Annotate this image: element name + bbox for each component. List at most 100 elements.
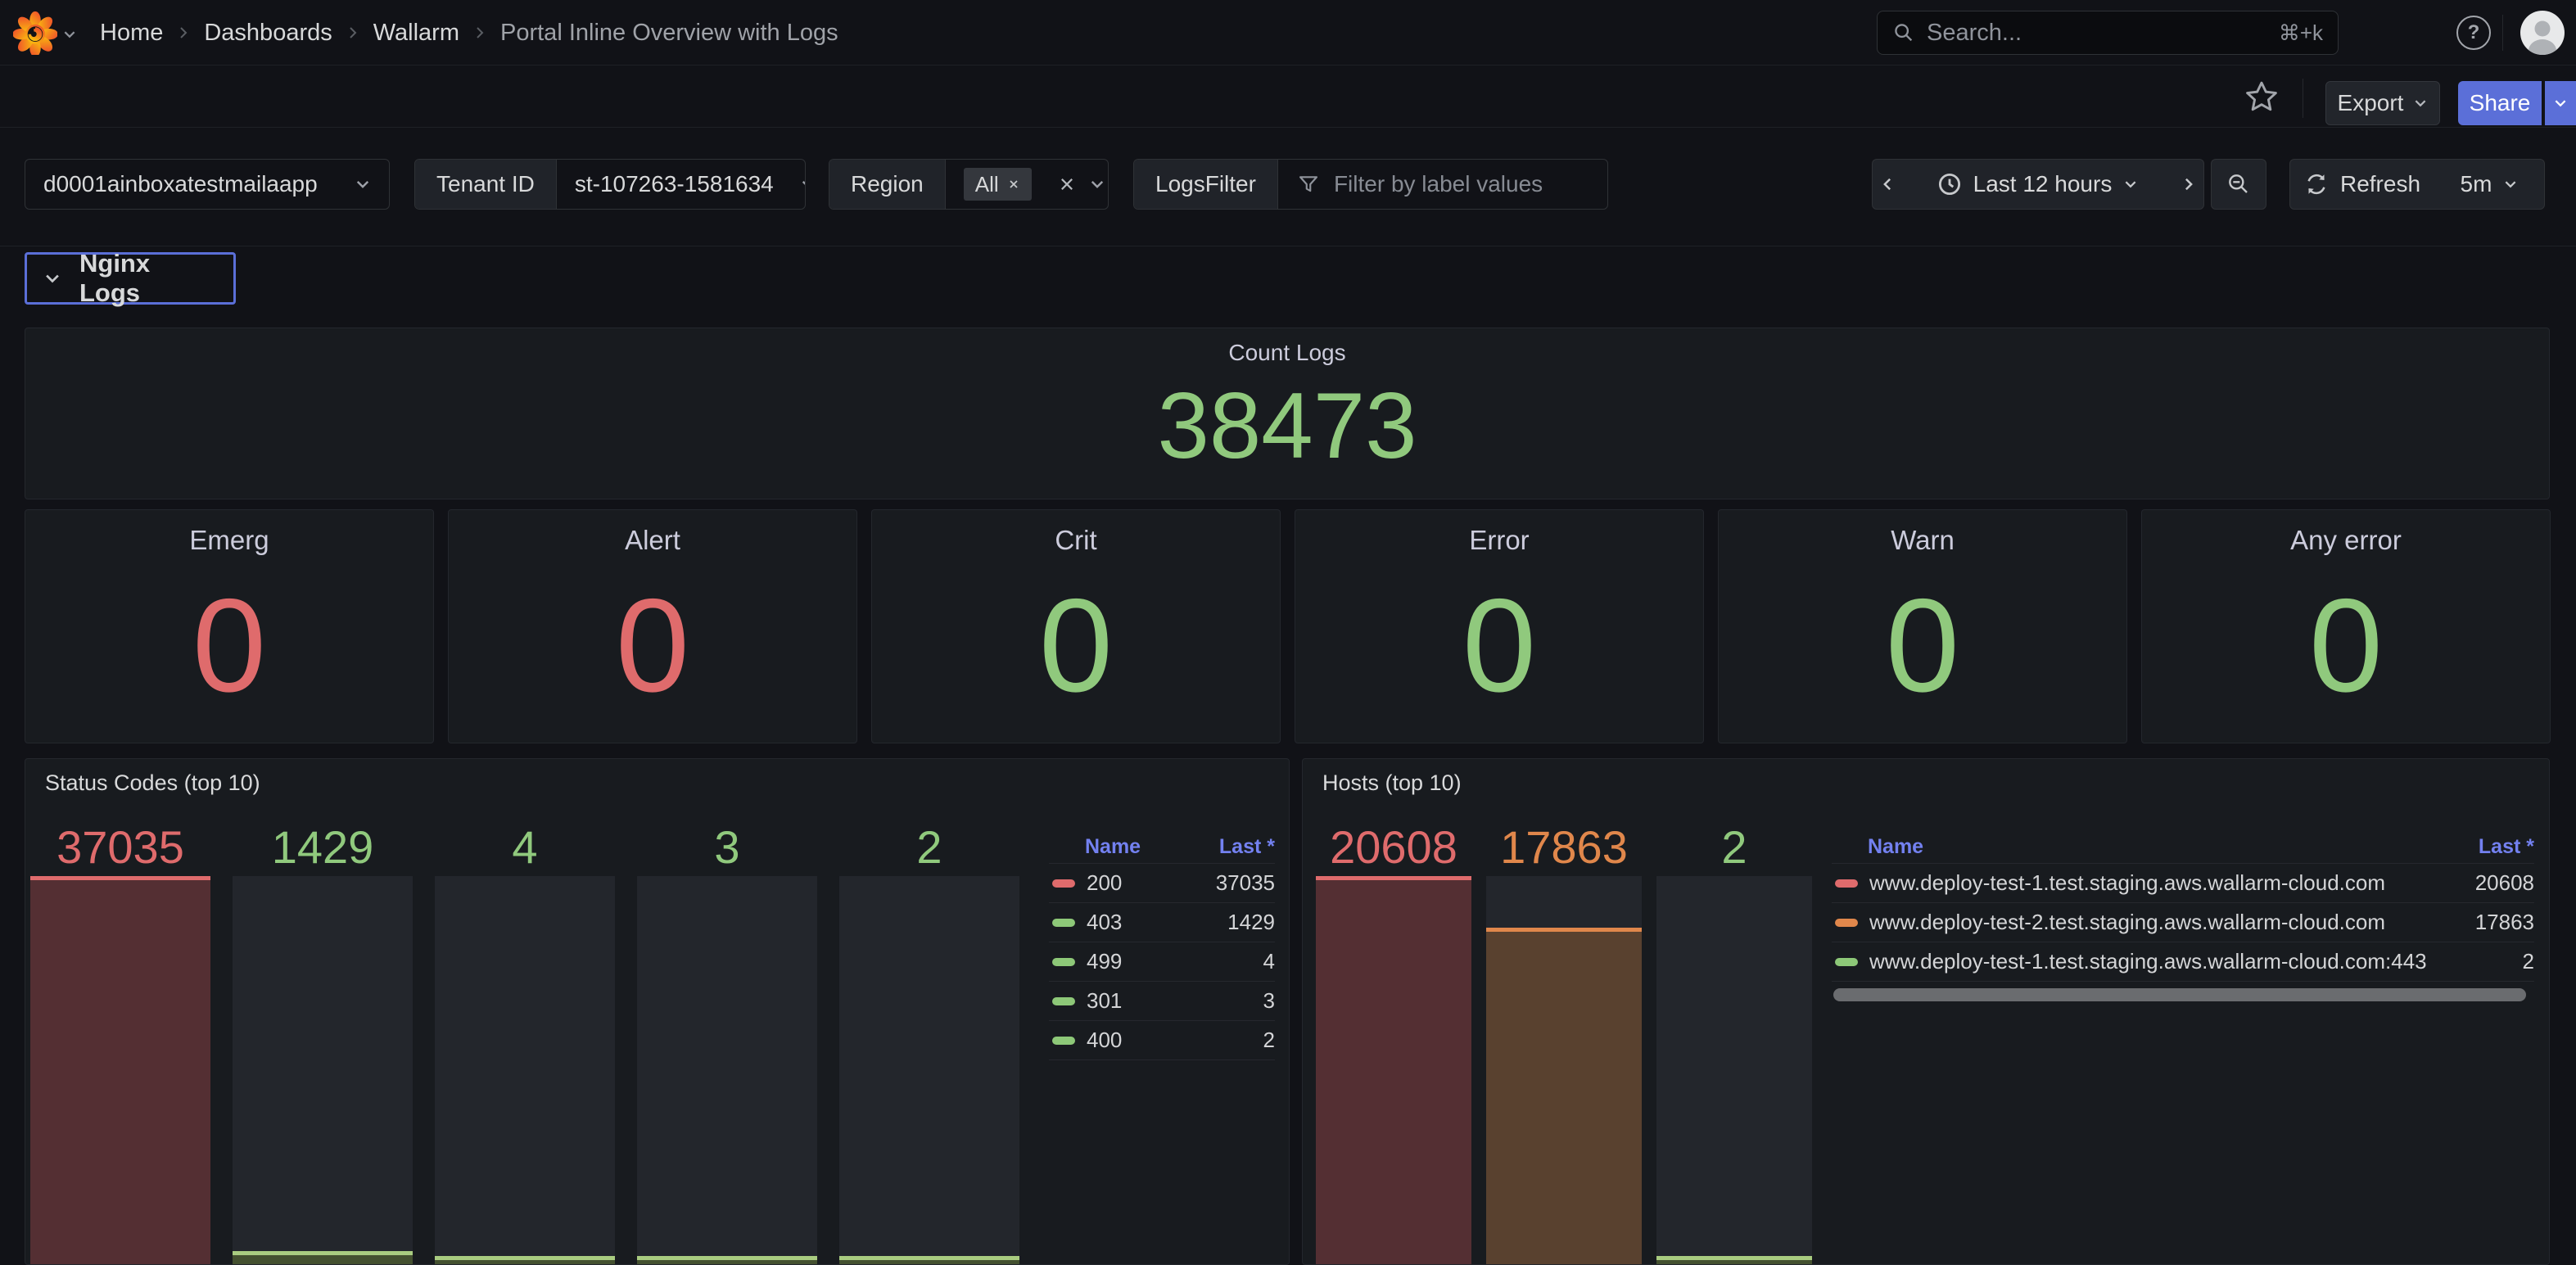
time-range-forward-button[interactable] xyxy=(2173,159,2204,210)
export-label: Export xyxy=(2338,90,2404,116)
breadcrumb-home[interactable]: Home xyxy=(100,20,163,47)
nav-divider xyxy=(2502,15,2503,51)
stat-value: 0 xyxy=(449,553,856,739)
legend-series-name[interactable]: www.deploy-test-1.test.staging.aws.walla… xyxy=(1869,949,2523,974)
legend-series-name[interactable]: www.deploy-test-1.test.staging.aws.walla… xyxy=(1869,870,2475,896)
chevron-down-icon xyxy=(355,176,371,192)
app-variable-select[interactable]: d0001ainboxatestmailaapp xyxy=(25,159,390,210)
legend-series-value: 3 xyxy=(1263,988,1275,1014)
tenant-id-select[interactable]: Tenant ID st-107263-1581634 xyxy=(414,159,806,210)
legend-series-value: 1429 xyxy=(1227,910,1275,935)
share-label: Share xyxy=(2470,90,2531,116)
stat-panel-alert: Alert0 xyxy=(448,509,857,743)
stat-panel-emerg: Emerg0 xyxy=(25,509,434,743)
bar-column xyxy=(1656,876,1812,1265)
legend-series-value: 2 xyxy=(2523,949,2534,974)
bar-value-label: 20608 xyxy=(1316,823,1471,870)
chevron-down-icon xyxy=(2123,177,2138,192)
app-variable-value: d0001ainboxatestmailaapp xyxy=(43,171,318,197)
legend-series-value: 37035 xyxy=(1216,870,1275,896)
legend-series-name[interactable]: 499 xyxy=(1087,949,1263,974)
legend-series-name[interactable]: 200 xyxy=(1087,870,1216,896)
help-button[interactable]: ? xyxy=(2456,16,2491,50)
time-range-label: Last 12 hours xyxy=(1973,171,2113,197)
series-color-dash xyxy=(1052,997,1075,1005)
logs-filter-label: LogsFilter xyxy=(1134,160,1278,209)
breadcrumb-dashboards[interactable]: Dashboards xyxy=(204,20,332,47)
legend-series-name[interactable]: 301 xyxy=(1087,988,1263,1014)
refresh-interval-value: 5m xyxy=(2461,171,2492,197)
breadcrumb: Home Dashboards Wallarm Portal Inline Ov… xyxy=(100,0,838,66)
legend-row: 4031429 xyxy=(1049,903,1275,942)
zoom-out-icon xyxy=(2226,171,2252,197)
region-tag-all[interactable]: All xyxy=(964,168,1032,201)
legend-row: www.deploy-test-2.test.staging.aws.walla… xyxy=(1832,903,2534,942)
bar-fill xyxy=(435,1256,615,1265)
chevron-down-icon xyxy=(1089,176,1105,192)
stat-panel-crit: Crit0 xyxy=(871,509,1281,743)
zoom-out-time-button[interactable] xyxy=(2211,159,2266,210)
bar-fill xyxy=(30,876,210,1265)
search-input[interactable]: Search... ⌘+k xyxy=(1877,11,2339,55)
search-shortcut: ⌘+k xyxy=(2279,20,2323,46)
bar-fill xyxy=(1316,876,1471,1265)
chevron-down-icon xyxy=(2503,177,2518,192)
stat-title[interactable]: Error xyxy=(1295,525,1703,556)
legend-header-last[interactable]: Last * xyxy=(1219,835,1275,859)
share-button[interactable]: Share xyxy=(2458,81,2542,125)
region-multiselect[interactable]: Region All xyxy=(829,159,1109,210)
bar-fill xyxy=(1656,1256,1812,1265)
legend-header-name[interactable]: Name xyxy=(1832,835,2479,859)
chevron-down-icon xyxy=(2553,96,2568,111)
legend-header: NameLast * xyxy=(1832,831,2534,864)
bar-column xyxy=(1316,876,1471,1265)
top-nav-bar: Home Dashboards Wallarm Portal Inline Ov… xyxy=(0,0,2576,66)
stat-panel-error: Error0 xyxy=(1295,509,1704,743)
time-range-back-button[interactable] xyxy=(1872,159,1903,210)
clear-selection-icon[interactable] xyxy=(1058,175,1076,193)
legend-series-name[interactable]: 400 xyxy=(1087,1028,1263,1053)
stat-value: 0 xyxy=(1719,553,2126,739)
chevron-down-icon xyxy=(800,176,806,192)
refresh-button[interactable]: Refresh xyxy=(2289,159,2435,210)
export-button[interactable]: Export xyxy=(2325,81,2440,125)
bar-column xyxy=(435,876,615,1265)
legend-horizontal-scrollbar[interactable] xyxy=(1833,988,2526,1001)
grafana-logo[interactable] xyxy=(13,11,57,55)
panel-title[interactable]: Hosts (top 10) xyxy=(1322,770,1462,796)
legend-row: 3013 xyxy=(1049,982,1275,1021)
panel-title[interactable]: Status Codes (top 10) xyxy=(45,770,260,796)
stat-title[interactable]: Any error xyxy=(2142,525,2550,556)
legend-header-last[interactable]: Last * xyxy=(2479,835,2534,859)
user-avatar[interactable] xyxy=(2520,11,2565,55)
star-favorite-button[interactable] xyxy=(2244,79,2280,115)
bar-value-label: 4 xyxy=(435,823,615,870)
stat-title[interactable]: Warn xyxy=(1719,525,2126,556)
bar-column xyxy=(233,876,413,1265)
legend-series-value: 20608 xyxy=(2475,870,2534,896)
bar-value-label: 3 xyxy=(637,823,817,870)
stat-value: 0 xyxy=(1295,553,1703,739)
org-switcher-chevron-icon[interactable] xyxy=(62,27,77,42)
dashboard-toolbar xyxy=(0,66,2576,128)
stat-value: 0 xyxy=(2142,553,2550,739)
legend-series-name[interactable]: 403 xyxy=(1087,910,1227,935)
time-range-picker[interactable]: Last 12 hours xyxy=(1902,159,2174,210)
bar-fill xyxy=(1486,928,1642,1265)
logs-filter-input[interactable]: LogsFilter Filter by label values xyxy=(1133,159,1608,210)
nginx-logs-section-toggle[interactable]: Nginx Logs xyxy=(25,252,236,305)
legend-header-name[interactable]: Name xyxy=(1049,835,1219,859)
stat-title[interactable]: Emerg xyxy=(25,525,433,556)
stat-title[interactable]: Crit xyxy=(872,525,1280,556)
legend-row: 4002 xyxy=(1049,1021,1275,1060)
stat-value: 0 xyxy=(872,553,1280,739)
refresh-interval-select[interactable]: 5m xyxy=(2434,159,2545,210)
tenant-id-value: st-107263-1581634 xyxy=(575,171,774,197)
share-dropdown-button[interactable] xyxy=(2545,81,2576,125)
legend-series-name[interactable]: www.deploy-test-2.test.staging.aws.walla… xyxy=(1869,910,2475,935)
stat-title[interactable]: Alert xyxy=(449,525,856,556)
series-color-dash xyxy=(1835,919,1858,927)
remove-tag-icon[interactable] xyxy=(1007,178,1020,191)
count-logs-panel: Count Logs 38473 xyxy=(25,328,2550,499)
breadcrumb-wallarm[interactable]: Wallarm xyxy=(373,20,459,47)
